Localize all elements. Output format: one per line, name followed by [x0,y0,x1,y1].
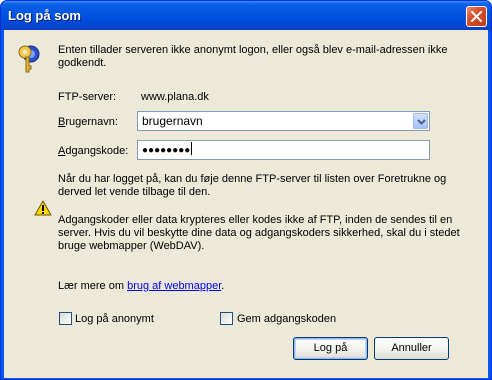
login-button[interactable]: Log på [293,337,368,360]
close-button[interactable] [466,6,487,27]
username-label: Brugernavn: [58,116,118,128]
password-input[interactable]: ●●●●●●●● [137,140,430,160]
anonymous-checkbox-label[interactable]: Log på anonymt [75,313,154,326]
password-label-rest: dgangskode: [65,145,129,157]
key-icon [18,45,40,73]
cancel-button[interactable]: Annuller [374,337,449,360]
username-input[interactable]: brugernavn [142,114,203,128]
login-dialog: Log på som Enten tillader serveren ikke … [0,0,492,380]
learn-more-text: Lær mere om brug af webmapper. [58,280,224,293]
username-label-rest: rugernavn: [65,116,118,128]
ftp-server-label: FTP-server: [58,91,117,103]
intro-text: Enten tillader serveren ikke anonymt log… [58,44,448,69]
warning-icon [34,200,52,216]
dialog-title: Log på som [8,8,81,23]
learn-more-prefix: Lær mere om [58,280,128,292]
favorites-text: Når du har logget på, kan du føje denne … [58,173,447,198]
text-caret [191,142,193,155]
ftp-server-value: www.plana.dk [141,91,209,103]
save-password-checkbox[interactable] [220,312,233,325]
save-password-checkbox-label[interactable]: Gem adgangskoden [237,313,336,326]
anonymous-checkbox[interactable] [59,312,72,325]
dialog-body: Enten tillader serveren ikke anonymt log… [4,30,488,378]
close-icon [471,11,482,22]
password-value: ●●●●●●●● [142,145,191,156]
password-label: Adgangskode: [58,145,129,157]
webfolders-help-link[interactable]: brug af webmapper [127,280,221,292]
chevron-down-icon [417,119,426,125]
warning-text: Adgangskoder eller data krypteres eller … [58,214,460,252]
learn-more-suffix: . [221,280,225,292]
username-dropdown-button[interactable] [413,113,428,129]
username-combobox[interactable]: brugernavn [137,111,430,131]
title-bar[interactable]: Log på som [1,1,491,30]
